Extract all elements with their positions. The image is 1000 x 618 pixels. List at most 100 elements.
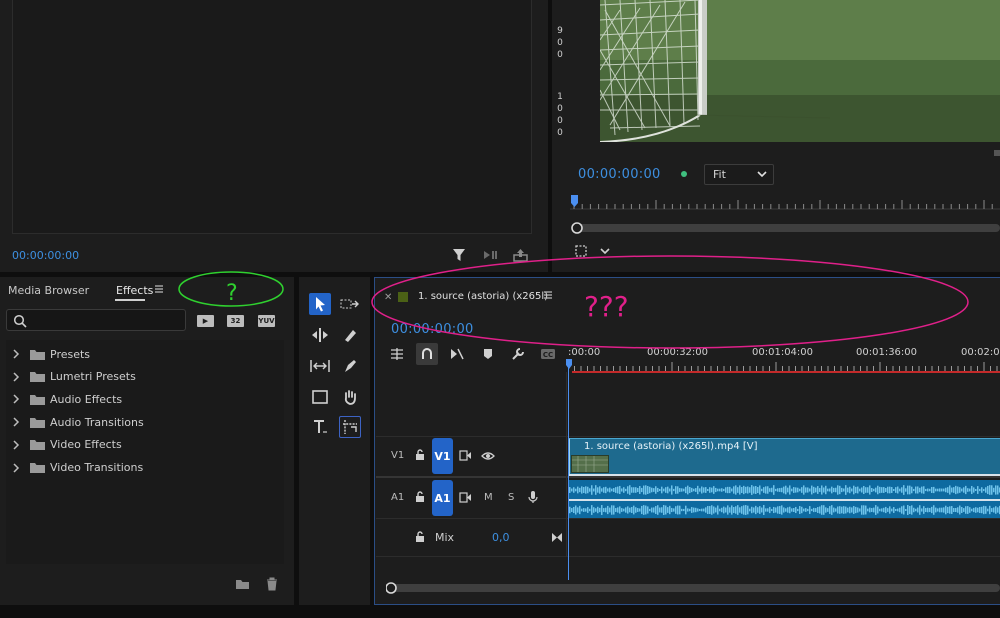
annotation-questions: ??? (584, 290, 629, 323)
sync-lock-icon[interactable] (459, 492, 472, 503)
microphone-icon[interactable] (528, 490, 538, 504)
lock-icon[interactable] (415, 531, 425, 543)
razor-tool-icon[interactable] (339, 324, 361, 346)
playhead-line (568, 360, 569, 580)
type-tool-icon[interactable] (309, 416, 331, 438)
source-timecode[interactable]: 00:00:00:00 (12, 249, 79, 262)
new-bin-icon[interactable] (236, 577, 250, 591)
active-tab-indicator (115, 299, 145, 301)
playhead-handle-icon[interactable] (566, 359, 572, 369)
annotation-green-circle: ? (176, 266, 286, 310)
program-playhead-icon[interactable] (571, 195, 578, 207)
track-divider (376, 556, 1000, 557)
effects-folder-label: Presets (50, 347, 91, 361)
effects-folder-label: Audio Effects (50, 392, 123, 406)
ruler-digit: 0 (557, 50, 563, 60)
mute-button[interactable]: M (484, 492, 493, 503)
zoom-fit-select[interactable]: Fit (704, 164, 774, 185)
effects-folder-label: Video Transitions (50, 461, 144, 474)
effects-folder-item[interactable]: Video Effects (12, 436, 122, 454)
sync-lock-icon[interactable] (459, 450, 472, 461)
effects-folder-item[interactable]: Presets (12, 345, 90, 363)
program-vertical-ruler: 9 0 0 1 0 0 0 (552, 0, 568, 160)
effects-folder-item[interactable]: Audio Effects (12, 390, 122, 408)
ruler-digit: 0 (557, 104, 563, 114)
program-timecode[interactable]: 00:00:00:00 (578, 167, 661, 182)
go-to-end-icon[interactable] (551, 532, 563, 543)
yuv-effects-icon[interactable]: YUV (258, 315, 275, 327)
source-monitor-viewport[interactable] (12, 0, 532, 234)
hand-tool-icon[interactable] (339, 386, 361, 408)
ruler-digit: 9 (557, 26, 563, 36)
pen-tool-icon[interactable] (339, 355, 361, 377)
effects-folder-item[interactable]: Lumetri Presets (12, 368, 136, 386)
tab-media-browser[interactable]: Media Browser (8, 284, 89, 297)
32bit-effects-icon[interactable]: 32 (227, 315, 244, 327)
clip-boundary-line (569, 474, 1000, 476)
mix-track-label: Mix (435, 531, 455, 544)
accelerated-effects-icon[interactable]: ▶ (197, 315, 214, 327)
ripple-edit-tool-icon[interactable] (309, 324, 331, 346)
chevron-right-icon[interactable] (12, 394, 26, 404)
panel-menu-icon[interactable] (154, 284, 164, 294)
effects-folder-item[interactable]: Video Transitions (12, 459, 143, 477)
auto-reframe-tool-icon[interactable] (339, 416, 361, 438)
delete-icon[interactable] (266, 577, 280, 591)
chevron-right-icon[interactable] (12, 417, 26, 427)
chevron-right-icon[interactable] (12, 440, 26, 450)
program-time-ruler[interactable] (570, 196, 1000, 210)
a1-audio-clip[interactable] (569, 480, 1000, 518)
mix-volume-value[interactable]: 0,0 (492, 531, 510, 544)
track-divider (376, 436, 1000, 437)
folder-icon (30, 439, 45, 451)
program-video-frame[interactable] (600, 0, 1000, 142)
search-icon (13, 314, 27, 328)
a1-track-label[interactable]: A1 (391, 492, 404, 503)
v1-video-clip[interactable]: 1. source (astoria) (x265l).mp4 [V] (569, 438, 1000, 474)
effects-folder-label: Lumetri Presets (50, 370, 136, 384)
clip-label: 1. source (astoria) (x265l).mp4 [V] (584, 441, 758, 452)
ruler-digit: 0 (557, 116, 563, 126)
lock-icon[interactable] (415, 449, 425, 461)
solo-button[interactable]: S (508, 492, 514, 503)
track-header-divider (566, 372, 567, 557)
ruler-digit: 1 (557, 92, 563, 102)
chevron-down-icon (757, 170, 767, 178)
v1-track-label[interactable]: V1 (391, 450, 404, 461)
folder-icon (30, 417, 45, 428)
track-select-tool-icon[interactable] (339, 293, 361, 315)
folder-icon (30, 394, 45, 405)
timeline-horizontal-scrollbar[interactable] (386, 581, 1000, 595)
status-dot (681, 171, 687, 177)
effects-folder-label: Video Effects (50, 438, 122, 452)
folder-icon (30, 349, 45, 360)
folder-icon (30, 462, 45, 473)
track-divider (376, 476, 1000, 478)
selection-tool-icon[interactable] (309, 293, 331, 315)
program-resize-handle[interactable] (994, 150, 1000, 156)
ruler-digit: 0 (557, 128, 563, 138)
rectangle-tool-icon[interactable] (309, 386, 331, 408)
annotation-question: ? (226, 281, 238, 306)
render-status-bar (572, 371, 1000, 373)
slip-tool-icon[interactable] (309, 355, 331, 377)
effects-search-input[interactable] (6, 309, 186, 331)
effects-folder-item[interactable]: Audio Transitions (12, 413, 144, 431)
annotation-pink-oval: ??? (370, 252, 974, 352)
a1-target-button[interactable]: A1 (432, 480, 453, 516)
ruler-digit: 0 (557, 38, 563, 48)
effects-folder-label: Audio Transitions (50, 415, 144, 429)
clip-thumbnail (571, 455, 609, 473)
tab-effects[interactable]: Effects (116, 284, 153, 297)
folder-icon (30, 371, 45, 383)
zoom-fit-value: Fit (713, 168, 726, 181)
eye-icon[interactable] (481, 451, 495, 461)
svg-text:CC: CC (543, 351, 553, 359)
chevron-right-icon[interactable] (12, 349, 26, 359)
lock-icon[interactable] (415, 491, 425, 503)
chevron-right-icon[interactable] (12, 372, 26, 382)
v1-target-button[interactable]: V1 (432, 438, 453, 474)
track-divider (376, 518, 1000, 519)
program-zoom-scrollbar[interactable] (568, 222, 1000, 234)
chevron-right-icon[interactable] (12, 462, 26, 473)
